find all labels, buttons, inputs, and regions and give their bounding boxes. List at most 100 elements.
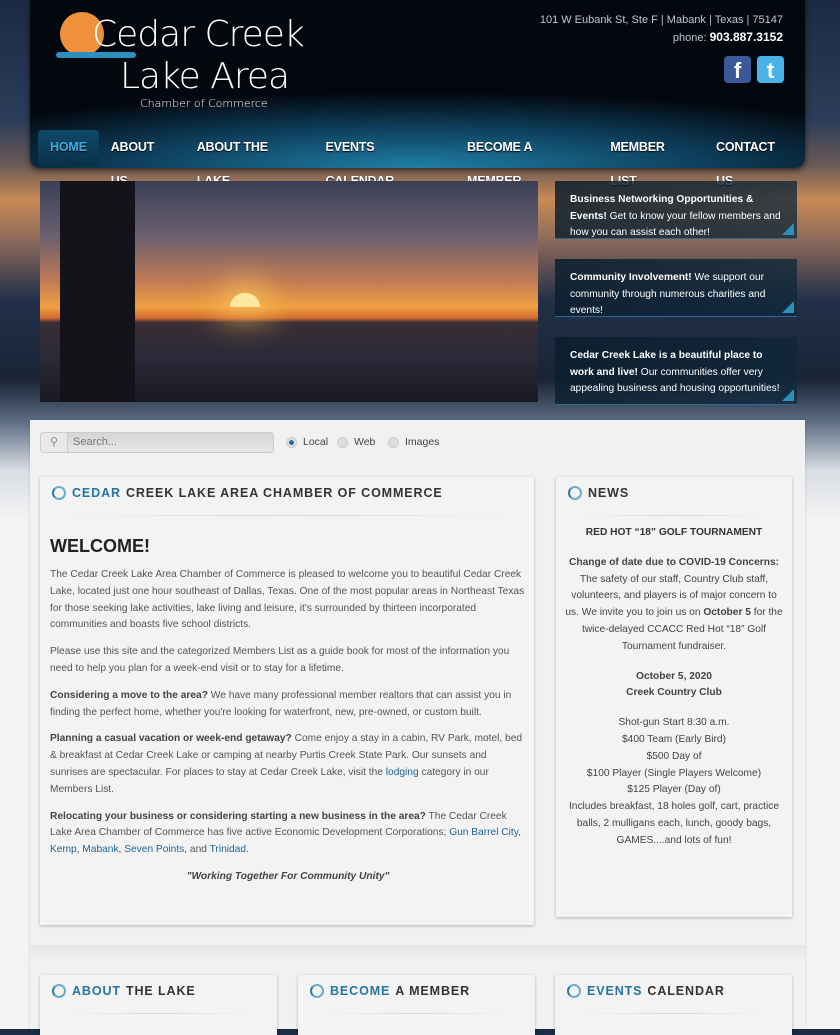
ring-icon — [52, 486, 66, 500]
ring-icon — [567, 984, 581, 998]
corner-arrow-icon — [782, 301, 794, 313]
title-rest: THE LAKE — [125, 984, 196, 998]
radio-local[interactable]: Local — [286, 436, 328, 448]
events-calendar-box: EVENTS CALENDAR — [555, 975, 792, 1035]
box-title: EVENTS CALENDAR — [567, 984, 725, 998]
about-the-lake-box: ABOUT THE LAKE — [40, 975, 277, 1035]
detail-line: $125 Player (Day of) — [627, 784, 721, 796]
corner-arrow-icon — [782, 389, 794, 401]
radio-label: Web — [354, 436, 376, 448]
mabank-link[interactable]: Mabank — [82, 844, 118, 855]
facebook-icon[interactable]: f — [724, 56, 751, 83]
logo-line-2: Lake Area — [120, 56, 290, 97]
logo-line-1: Cedar Creek — [92, 14, 305, 55]
radio-selected-icon — [286, 436, 297, 448]
news-box: NEWS RED HOT “18” GOLF TOURNAMENT Change… — [556, 477, 792, 917]
paragraph: Relocating your business or considering … — [50, 810, 521, 856]
event-details: Shot-gun Start 8:30 a.m. $400 Team (Earl… — [564, 715, 784, 849]
become-a-member-box: BECOME A MEMBER — [298, 975, 535, 1035]
search-input[interactable] — [73, 436, 263, 448]
nav-about-the-lake[interactable]: ABOUT THE LAKE — [185, 130, 314, 188]
radio-icon — [388, 436, 399, 448]
divider — [585, 1013, 762, 1014]
phone-number: 903.887.3152 — [709, 30, 783, 44]
radio-label: Local — [303, 436, 329, 448]
title-rest: CREEK LAKE AREA CHAMBER OF COMMERCE — [125, 486, 443, 500]
trinidad-link[interactable]: Trinidad — [210, 844, 246, 855]
ring-icon — [52, 984, 66, 998]
divider — [586, 515, 762, 516]
corner-arrow-icon — [782, 223, 794, 235]
nav-member-list[interactable]: MEMBER LIST — [598, 130, 704, 188]
nav-about-us[interactable]: ABOUT US — [99, 130, 185, 188]
paragraph: The Cedar Creek Lake Area Chamber of Com… — [50, 569, 525, 631]
event-info: October 5, 2020 Creek Country Club — [564, 669, 784, 703]
radio-label: Images — [405, 436, 440, 448]
divider — [70, 515, 504, 516]
bold-lead: Relocating your business or considering … — [50, 810, 426, 822]
detail-line: Includes breakfast, 18 holes golf, cart,… — [568, 801, 780, 846]
news-title: NEWS — [588, 486, 630, 500]
nav-contact-us[interactable]: CONTACT US — [704, 130, 805, 188]
title-blue: ABOUT — [72, 984, 121, 998]
box-title: NEWS — [568, 486, 629, 500]
address: 101 W Eubank St, Ste F | Mabank | Texas … — [539, 14, 783, 26]
sun — [230, 293, 260, 307]
radio-web[interactable]: Web — [337, 436, 375, 448]
main-nav: HOME ABOUT US ABOUT THE LAKE EVENTS CALE… — [30, 130, 805, 188]
radio-images[interactable]: Images — [388, 436, 439, 448]
motto: "Working Together For Community Unity" — [186, 870, 390, 882]
twitter-icon[interactable]: t — [757, 56, 784, 83]
tree-silhouette — [60, 181, 135, 402]
ring-icon — [568, 486, 582, 500]
welcome-heading: WELCOME! — [50, 536, 150, 556]
sunset-slideshow-image[interactable] — [40, 181, 538, 402]
title-rest: A MEMBER — [395, 984, 471, 998]
date-bold: October 5 — [703, 607, 751, 619]
feature-community[interactable]: Community Involvement! We support our co… — [555, 259, 797, 317]
box-title: BECOME A MEMBER — [310, 984, 470, 998]
feature-bold: Community Involvement! — [570, 272, 692, 283]
nav-events-calendar[interactable]: EVENTS CALENDAR — [314, 130, 455, 188]
paragraph: Please use this site and the categorized… — [50, 646, 510, 674]
bold-lead: Change of date due to COVID-19 Concerns: — [569, 556, 779, 568]
box-title: CEDAR CREEK LAKE AREA CHAMBER OF COMMERCE — [52, 486, 443, 500]
ring-icon — [310, 984, 324, 998]
title-blue: EVENTS — [587, 984, 643, 998]
event-venue: Creek Country Club — [626, 687, 722, 699]
logo-line-3: Chamber of Commerce — [140, 97, 268, 110]
feature-live-work[interactable]: Cedar Creek Lake is a beautiful place to… — [555, 337, 797, 405]
divider — [328, 1013, 505, 1014]
chamber-logo[interactable]: Cedar Creek Lake Area Chamber of Commerc… — [56, 10, 305, 115]
phone: phone: 903.887.3152 — [673, 30, 783, 44]
divider — [70, 1013, 247, 1014]
bold-lead: Planning a casual vacation or week-end g… — [50, 733, 292, 745]
title-rest: CALENDAR — [647, 984, 725, 998]
section-divider — [30, 945, 805, 965]
event-date: October 5, 2020 — [636, 670, 712, 682]
nav-become-a-member[interactable]: BECOME A MEMBER — [455, 130, 598, 188]
seven-points-link[interactable]: Seven Points — [124, 844, 184, 855]
detail-line: $400 Team (Early Bird) — [622, 733, 726, 745]
bold-lead: Considering a move to the area? — [50, 689, 208, 701]
news-headline: RED HOT “18” GOLF TOURNAMENT — [585, 527, 763, 538]
detail-line: $500 Day of — [646, 750, 702, 762]
welcome-box: CEDAR CREEK LAKE AREA CHAMBER OF COMMERCE… — [40, 477, 534, 925]
nav-home[interactable]: HOME — [38, 130, 99, 166]
box-title: ABOUT THE LAKE — [52, 984, 196, 998]
feature-networking[interactable]: Business Networking Opportunities & Even… — [555, 181, 797, 239]
site-header: Cedar Creek Lake Area Chamber of Commerc… — [30, 0, 805, 188]
search-icon[interactable]: ⚲ — [41, 433, 68, 452]
text: and — [189, 844, 207, 856]
gun-barrel-city-link[interactable]: Gun Barrel City — [449, 827, 518, 838]
radio-icon — [337, 436, 348, 448]
kemp-link[interactable]: Kemp — [50, 844, 77, 855]
paragraph: Considering a move to the area? We have … — [50, 688, 526, 722]
detail-line: Shot-gun Start 8:30 a.m. — [618, 717, 730, 729]
lodging-link[interactable]: lodging — [386, 767, 419, 778]
search-box: ⚲ — [40, 432, 274, 453]
news-paragraph: Change of date due to COVID-19 Concerns:… — [564, 555, 784, 656]
paragraph: Planning a casual vacation or week-end g… — [50, 731, 526, 798]
title-blue: BECOME — [330, 984, 391, 998]
welcome-text: The Cedar Creek Lake Area Chamber of Com… — [50, 567, 526, 896]
